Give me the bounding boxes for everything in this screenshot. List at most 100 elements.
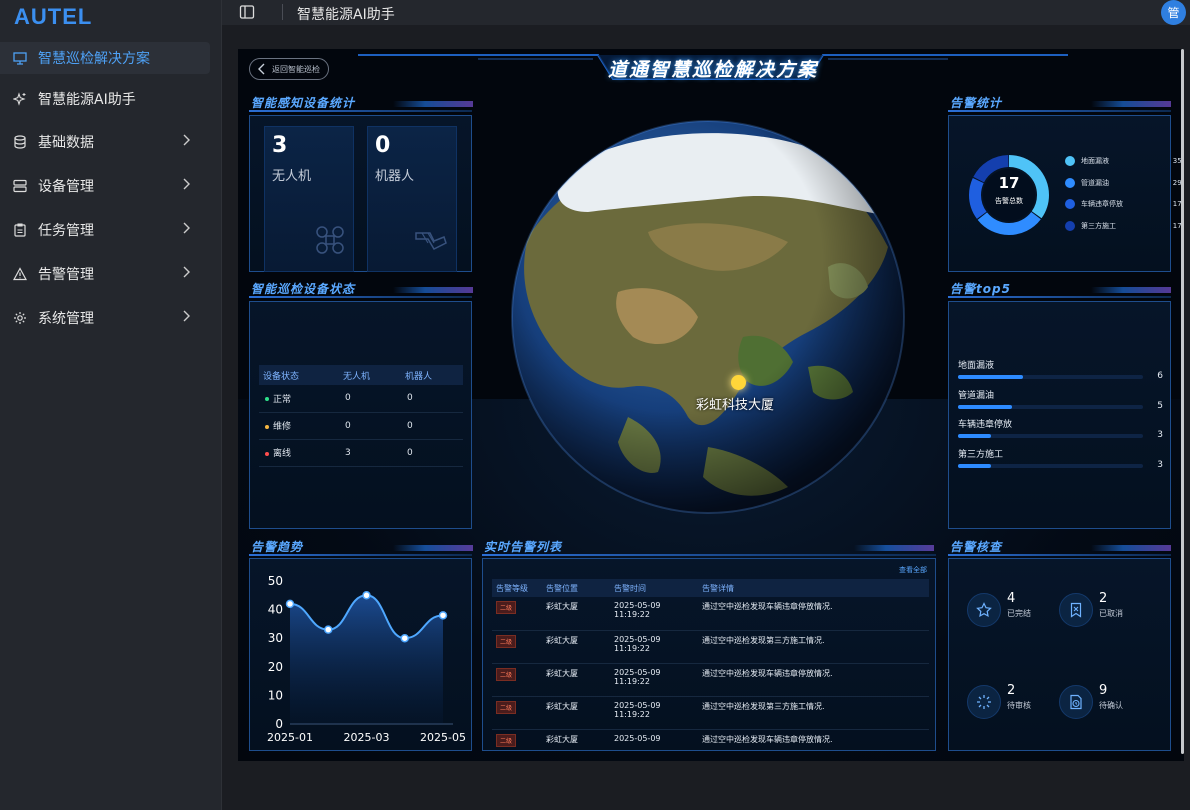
- sidebar-item-basic-data[interactable]: 基础数据: [0, 126, 210, 158]
- status-text: 正常: [273, 394, 292, 405]
- sidebar-item-system-management[interactable]: 系统管理: [0, 302, 210, 334]
- legend-swatch: [1065, 178, 1075, 188]
- bookmark-x-icon: [1059, 593, 1093, 627]
- alarm-trend-panel: 0 10 20 30 40 50 2025-01 2025-03 2025-05: [249, 558, 472, 751]
- alarm-date: 2025-05-09: [614, 601, 661, 610]
- sparkle-icon: [12, 91, 28, 107]
- title-decoration: [1091, 545, 1171, 551]
- drone-stat-card[interactable]: 3 无人机: [264, 126, 354, 272]
- view-all-link[interactable]: 查看全部: [899, 565, 927, 575]
- alarm-total-label: 告警总数: [995, 197, 1023, 205]
- top5-bar: [958, 405, 1143, 409]
- title-decoration: [1091, 101, 1171, 107]
- sidebar: AUTEL 智慧巡检解决方案 智慧能源AI助手 基础数据 设备管理 任务管理 告…: [0, 0, 222, 810]
- x-tick-label: 2025-05: [420, 731, 466, 744]
- verify-completed[interactable]: 4 已完结: [967, 589, 1047, 629]
- earth-globe[interactable]: [508, 117, 908, 517]
- table-row[interactable]: 二级 彩虹大厦 2025-05-09 11:19:22 通过空中巡检发现车辆违章停…: [492, 597, 929, 631]
- monitor-icon: [12, 50, 28, 66]
- top5-value: 3: [1157, 430, 1163, 440]
- chevron-right-icon: [182, 266, 190, 282]
- loading-icon: [967, 685, 1001, 719]
- legend-item: 第三方施工17.6%: [1065, 221, 1184, 231]
- legend-swatch: [1065, 221, 1075, 231]
- sidebar-toggle-icon[interactable]: [239, 4, 255, 24]
- table-row[interactable]: 二级 彩虹大厦 2025-05-09 11:19:22 通过空中巡检发现第三方施工…: [492, 630, 929, 664]
- title-decoration: [393, 287, 473, 293]
- verify-label: 已取消: [1099, 609, 1123, 618]
- trend-point[interactable]: [285, 599, 295, 609]
- sidebar-item-inspection-solution[interactable]: 智慧巡检解决方案: [0, 42, 210, 74]
- alarm-date: 2025-05-09: [614, 700, 661, 710]
- location-cell: 彩虹大厦: [542, 696, 610, 730]
- device-status-title: 智能巡检设备状态: [251, 282, 356, 296]
- table-row: 正常 0 0: [259, 385, 463, 413]
- level-cell: 二级: [492, 630, 542, 664]
- status-dot: [265, 397, 269, 402]
- level-badge: 二级: [496, 700, 517, 714]
- legend-name: 管道漏油: [1081, 179, 1109, 187]
- dashboard-screen: 道通智慧巡检解决方案 返回智能巡检 彩虹科技大厦 智能感知设备统计 3 无人机 …: [238, 49, 1184, 761]
- alarm-list-panel: 查看全部 告警等级 告警位置 告警时间 告警详情 二级 彩虹大厦 2025-05…: [482, 558, 936, 761]
- trend-point[interactable]: [362, 591, 371, 600]
- level-badge: 二级: [496, 634, 517, 648]
- location-marker[interactable]: [731, 375, 746, 390]
- trend-point[interactable]: [438, 611, 448, 620]
- alarm-date: 2025-05-09: [614, 733, 661, 743]
- trend-point[interactable]: [400, 633, 409, 643]
- status-cell: 离线: [259, 439, 339, 467]
- detail-cell: 通过空中巡检发现第三方施工情况.: [698, 696, 929, 730]
- status-cell: 维修: [259, 412, 339, 440]
- sidebar-item-device-management[interactable]: 设备管理: [0, 170, 210, 202]
- verify-label: 待确认: [1099, 701, 1123, 710]
- top5-item: 地面漏液 6: [958, 358, 1163, 381]
- title-decoration: [854, 545, 934, 551]
- verify-count: 4: [1007, 591, 1016, 606]
- device-status-panel: 设备状态 无人机 机器人 正常 0 0 维修 0 0 离线 3 0: [249, 301, 472, 529]
- back-button[interactable]: 返回智能巡检: [249, 58, 329, 80]
- alarm-top5-title: 告警top5: [950, 282, 1011, 296]
- back-button-label: 返回智能巡检: [272, 64, 320, 74]
- table-header: 告警等级 告警位置 告警时间 告警详情: [492, 579, 929, 597]
- verify-cancelled[interactable]: 2 已取消: [1059, 589, 1139, 629]
- table-row[interactable]: 二级 彩虹大厦 2025-05-09 通过空中巡检发现车辆违章停放情况.: [492, 729, 929, 761]
- trend-area: [290, 595, 443, 724]
- level-cell: 二级: [492, 729, 542, 761]
- chevron-left-icon: [258, 63, 266, 77]
- sidebar-item-alarm-management[interactable]: 告警管理: [0, 258, 210, 290]
- robot-arm-icon: [414, 229, 448, 259]
- column-header: 告警位置: [542, 579, 610, 597]
- drone-count: 3: [272, 133, 288, 158]
- time-cell: 2025-05-09 11:19:22: [610, 696, 698, 730]
- avatar[interactable]: 管: [1161, 0, 1186, 25]
- robot-stat-card[interactable]: 0 机器人: [367, 126, 457, 272]
- level-badge: 二级: [496, 733, 517, 747]
- table-row[interactable]: 二级 彩虹大厦 2025-05-09 11:19:22 通过空中巡检发现车辆违章停…: [492, 663, 929, 697]
- x-tick-label: 2025-01: [267, 731, 313, 744]
- time-cell: 2025-05-09 11:19:22: [610, 663, 698, 697]
- time-cell: 2025-05-09: [610, 729, 698, 761]
- level-badge: 二级: [496, 667, 517, 681]
- table-row[interactable]: 二级 彩虹大厦 2025-05-09 11:19:22 通过空中巡检发现第三方施工…: [492, 696, 929, 730]
- verify-pending-confirm[interactable]: 9 待确认: [1059, 681, 1139, 721]
- top5-value: 3: [1157, 460, 1163, 470]
- drone-cell: 0: [338, 385, 401, 413]
- robot-count: 0: [375, 133, 391, 158]
- sidebar-item-label: 系统管理: [38, 311, 94, 327]
- trend-point[interactable]: [324, 625, 333, 634]
- top5-bar-fill: [958, 405, 1013, 409]
- top5-name: 车辆违章停放: [958, 420, 1013, 430]
- file-clock-icon: [1059, 685, 1093, 719]
- column-header: 告警时间: [610, 579, 698, 597]
- sidebar-item-label: 智慧能源AI助手: [38, 92, 136, 108]
- server-icon: [12, 178, 28, 194]
- drone-icon: [315, 225, 345, 259]
- sidebar-item-ai-assistant[interactable]: 智慧能源AI助手: [0, 83, 210, 115]
- sidebar-item-task-management[interactable]: 任务管理: [0, 214, 210, 246]
- table-header: 设备状态 无人机 机器人: [259, 365, 463, 385]
- top5-bar-fill: [958, 464, 991, 468]
- detail-cell: 通过空中巡检发现第三方施工情况.: [698, 630, 929, 664]
- verify-pending-review[interactable]: 2 待审核: [967, 681, 1047, 721]
- sidebar-item-label: 基础数据: [38, 135, 94, 151]
- scrollbar[interactable]: [1181, 49, 1184, 754]
